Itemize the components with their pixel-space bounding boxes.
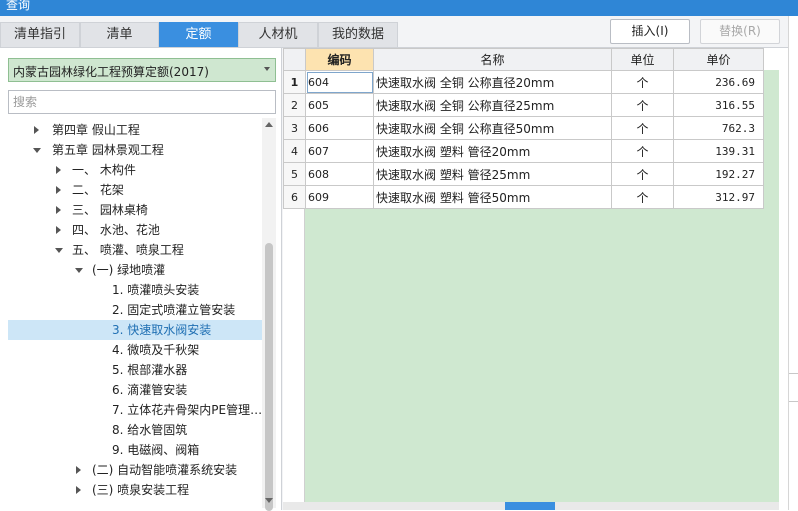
cell-price[interactable]: 316.55 (673, 93, 764, 117)
cell-name[interactable]: 快速取水阀 全铜 公称直径50mm (373, 116, 612, 140)
search-box[interactable] (8, 90, 276, 114)
replace-button[interactable]: 替换(R) (700, 19, 780, 44)
tab-list[interactable]: 清单 (80, 22, 159, 47)
cell-code[interactable]: 606 (305, 116, 374, 140)
quota-grid-pane: 编码 名称 单位 单价 1 604 快速取水阀 全铜 公称直径20mm 个 23… (283, 48, 788, 510)
cell-name[interactable]: 快速取水阀 塑料 管径50mm (373, 185, 612, 209)
collapse-arrow-icon[interactable] (74, 260, 84, 280)
table-row[interactable]: 3 606 快速取水阀 全铜 公称直径50mm 个 762.3 (283, 116, 764, 140)
column-header-name[interactable]: 名称 (373, 48, 612, 71)
tree-node[interactable]: (二) 自动智能喷灌系统安装 (8, 460, 262, 480)
table-row[interactable]: 5 608 快速取水阀 塑料 管径25mm 个 192.27 (283, 162, 764, 186)
tree-node[interactable]: 五、 喷灌、喷泉工程 (8, 240, 262, 260)
scrollbar-thumb[interactable] (265, 243, 273, 511)
quota-table: 编码 名称 单位 单价 1 604 快速取水阀 全铜 公称直径20mm 个 23… (283, 48, 764, 209)
table-row[interactable]: 1 604 快速取水阀 全铜 公称直径20mm 个 236.69 (283, 70, 764, 94)
cell-unit[interactable]: 个 (611, 185, 674, 209)
tree-leaf[interactable]: 2. 固定式喷灌立管安装 (8, 300, 262, 320)
column-header-code[interactable]: 编码 (305, 48, 374, 71)
cell-code[interactable]: 607 (305, 139, 374, 163)
cell-unit[interactable]: 个 (611, 70, 674, 94)
expand-arrow-icon[interactable] (54, 220, 64, 240)
row-number: 4 (283, 139, 306, 163)
tab-quota[interactable]: 定额 (159, 22, 238, 47)
cell-price[interactable]: 236.69 (673, 70, 764, 94)
search-input[interactable] (9, 91, 275, 113)
tree-node[interactable]: 一、 木构件 (8, 160, 262, 180)
column-header-unit[interactable]: 单位 (611, 48, 674, 71)
cell-name[interactable]: 快速取水阀 塑料 管径20mm (373, 139, 612, 163)
tree-leaf[interactable]: 1. 喷灌喷头安装 (8, 280, 262, 300)
tree-node[interactable]: 第五章 园林景观工程 (8, 140, 262, 160)
scrollbar-grip[interactable] (505, 502, 555, 510)
cell-price[interactable]: 192.27 (673, 162, 764, 186)
scroll-up-icon[interactable] (265, 122, 273, 127)
expand-arrow-icon[interactable] (54, 160, 64, 180)
tree-node[interactable]: 三、 园林桌椅 (8, 200, 262, 220)
category-pane: 内蒙古园林绿化工程预算定额(2017) 第四章 假山工程 第五章 园林景观工程 … (0, 48, 282, 511)
tree-leaf[interactable]: 5. 根部灌水器 (8, 360, 262, 380)
category-tree: 第四章 假山工程 第五章 园林景观工程 一、 木构件 二、 花架 三、 园林桌椅… (8, 118, 262, 508)
tab-my-data[interactable]: 我的数据 (318, 22, 398, 47)
tree-node[interactable]: (一) 绿地喷灌 (8, 260, 262, 280)
row-number: 1 (283, 70, 306, 94)
cell-code[interactable]: 608 (305, 162, 374, 186)
cell-unit[interactable]: 个 (611, 116, 674, 140)
chevron-down-icon[interactable] (264, 67, 270, 71)
row-number: 2 (283, 93, 306, 117)
column-header-price[interactable]: 单价 (673, 48, 764, 71)
tab-bar: 清单指引 清单 定额 人材机 我的数据 (0, 22, 600, 48)
tab-list-guide[interactable]: 清单指引 (0, 22, 80, 47)
cell-code[interactable]: 609 (305, 185, 374, 209)
cell-price[interactable]: 762.3 (673, 116, 764, 140)
right-edge-panel (788, 16, 798, 510)
corner-header (283, 48, 306, 71)
expand-arrow-icon[interactable] (54, 200, 64, 220)
tree-node[interactable]: 二、 花架 (8, 180, 262, 200)
expand-arrow-icon[interactable] (74, 480, 84, 500)
quota-library-value: 内蒙古园林绿化工程预算定额(2017) (13, 65, 209, 79)
row-number: 3 (283, 116, 306, 140)
table-row[interactable]: 6 609 快速取水阀 塑料 管径50mm 个 312.97 (283, 185, 764, 209)
tree-leaf[interactable]: 9. 电磁阀、阀箱 (8, 440, 262, 460)
collapse-arrow-icon[interactable] (54, 240, 64, 260)
collapse-arrow-icon[interactable] (32, 140, 42, 160)
tree-leaf[interactable]: 4. 微喷及千秋架 (8, 340, 262, 360)
table-header-row: 编码 名称 单位 单价 (283, 48, 764, 71)
tree-leaf[interactable]: 7. 立体花卉骨架内PE管理… (8, 400, 262, 420)
tab-labor-material-machine[interactable]: 人材机 (238, 22, 318, 47)
tree-scrollbar[interactable] (262, 118, 276, 511)
cell-unit[interactable]: 个 (611, 93, 674, 117)
cell-code[interactable]: 605 (305, 93, 374, 117)
tree-node[interactable]: 第四章 假山工程 (8, 120, 262, 140)
cell-price[interactable]: 312.97 (673, 185, 764, 209)
tree-leaf[interactable]: 6. 滴灌管安装 (8, 380, 262, 400)
expand-arrow-icon[interactable] (74, 460, 84, 480)
window-title: 查询 (6, 0, 31, 12)
row-number: 5 (283, 162, 306, 186)
tree-leaf[interactable]: 8. 给水管固筑 (8, 420, 262, 440)
title-bar: 查询 (0, 0, 798, 16)
cell-name[interactable]: 快速取水阀 塑料 管径25mm (373, 162, 612, 186)
row-number: 6 (283, 185, 306, 209)
table-row[interactable]: 4 607 快速取水阀 塑料 管径20mm 个 139.31 (283, 139, 764, 163)
quota-library-select[interactable]: 内蒙古园林绿化工程预算定额(2017) (8, 58, 276, 82)
expand-arrow-icon[interactable] (32, 120, 42, 140)
cell-price[interactable]: 139.31 (673, 139, 764, 163)
insert-button[interactable]: 插入(I) (610, 19, 690, 44)
scroll-down-icon[interactable] (265, 498, 273, 503)
tree-node[interactable]: (三) 喷泉安装工程 (8, 480, 262, 500)
cell-unit[interactable]: 个 (611, 162, 674, 186)
grid-horizontal-scrollbar[interactable] (283, 502, 779, 510)
cell-code[interactable]: 604 (305, 70, 374, 94)
tree-node[interactable]: 四、 水池、花池 (8, 220, 262, 240)
cell-name[interactable]: 快速取水阀 全铜 公称直径25mm (373, 93, 612, 117)
cell-unit[interactable]: 个 (611, 139, 674, 163)
query-window: 查询 清单指引 清单 定额 人材机 我的数据 插入(I) 替换(R) 内蒙古园林… (0, 0, 798, 511)
expand-arrow-icon[interactable] (54, 180, 64, 200)
tree-leaf-selected[interactable]: 3. 快速取水阀安装 (8, 320, 262, 340)
table-row[interactable]: 2 605 快速取水阀 全铜 公称直径25mm 个 316.55 (283, 93, 764, 117)
cell-name[interactable]: 快速取水阀 全铜 公称直径20mm (373, 70, 612, 94)
